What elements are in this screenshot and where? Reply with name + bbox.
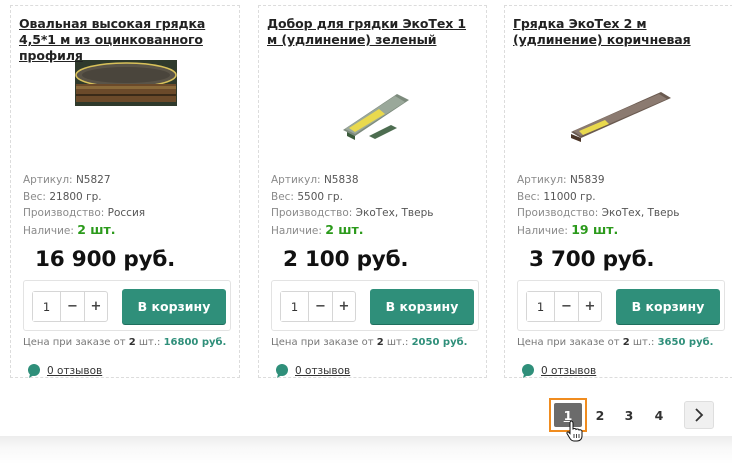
maker-label: Производство: xyxy=(517,207,599,219)
quantity-minus-button[interactable]: − xyxy=(309,292,332,321)
product-grid: Овальная высокая грядка 4,5*1 м из оцинк… xyxy=(0,0,732,400)
weight-value: 11000 гр. xyxy=(543,190,596,203)
stock-value: 2 шт. xyxy=(77,221,116,237)
reviews-link[interactable]: 0 отзывов xyxy=(521,364,596,378)
reviews-link[interactable]: 0 отзывов xyxy=(275,364,350,378)
product-price: 3 700 руб. xyxy=(529,247,655,272)
reviews-count[interactable]: 0 отзывов xyxy=(47,365,102,377)
product-specs: Артикул: N5827 Вес: 21800 гр. Производст… xyxy=(23,172,145,239)
weight-value: 5500 гр. xyxy=(297,190,343,203)
article-label: Артикул: xyxy=(271,174,321,186)
article-value: N5827 xyxy=(75,174,111,186)
maker-value: ЭкоТех, Тверь xyxy=(601,207,680,219)
quantity-stepper: − + xyxy=(280,291,356,322)
add-to-cart-button[interactable]: В корзину xyxy=(370,289,474,324)
stock-label: Наличие: xyxy=(517,224,568,237)
weight-label: Вес: xyxy=(23,190,46,203)
hand-pointer-cursor xyxy=(565,420,583,446)
maker-value: Россия xyxy=(107,207,146,219)
product-image[interactable] xyxy=(11,56,239,166)
bulk-prefix: Цена при заказе от xyxy=(23,337,126,348)
article-label: Артикул: xyxy=(23,174,73,186)
stock-label: Наличие: xyxy=(23,224,74,237)
quantity-plus-button[interactable]: + xyxy=(83,292,107,321)
bulk-unit: шт.: xyxy=(632,337,655,348)
bulk-price-note: Цена при заказе от 2 шт.: 3650 руб. xyxy=(517,337,713,348)
reviews-count[interactable]: 0 отзывов xyxy=(541,365,596,377)
brown-bed-image xyxy=(571,92,671,142)
bulk-unit: шт.: xyxy=(138,337,161,348)
bulk-qty: 2 xyxy=(128,337,136,348)
add-to-cart-button[interactable]: В корзину xyxy=(616,289,720,324)
quantity-minus-button[interactable]: − xyxy=(555,292,578,321)
quantity-input[interactable] xyxy=(33,292,61,321)
speech-bubble-icon xyxy=(522,364,534,378)
stock-label: Наличие: xyxy=(271,224,322,237)
product-card: Грядка ЭкоТех 2 м (удлинение) коричневая… xyxy=(504,5,732,378)
quantity-minus-button[interactable]: − xyxy=(61,292,84,321)
quantity-input[interactable] xyxy=(527,292,555,321)
green-bed-extension-image xyxy=(343,94,409,140)
bulk-qty: 2 xyxy=(376,337,384,348)
product-card: Овальная высокая грядка 4,5*1 м из оцинк… xyxy=(10,5,240,378)
reviews-count[interactable]: 0 отзывов xyxy=(295,365,350,377)
weight-label: Вес: xyxy=(271,190,294,203)
buy-box: − + В корзину xyxy=(517,280,725,331)
product-price: 2 100 руб. xyxy=(283,247,409,272)
weight-value: 21800 гр. xyxy=(49,190,102,203)
reviews-link[interactable]: 0 отзывов xyxy=(27,364,102,378)
content-bottom-shadow xyxy=(0,436,732,464)
maker-label: Производство: xyxy=(23,207,105,219)
bulk-price-note: Цена при заказе от 2 шт.: 16800 руб. xyxy=(23,337,226,348)
article-label: Артикул: xyxy=(517,174,567,186)
quantity-stepper: − + xyxy=(526,291,602,322)
add-to-cart-button[interactable]: В корзину xyxy=(122,289,226,324)
article-value: N5838 xyxy=(323,174,359,186)
maker-label: Производство: xyxy=(271,207,353,219)
product-card: Добор для грядки ЭкоТех 1 м (удлинение) … xyxy=(258,5,487,378)
speech-bubble-icon xyxy=(276,364,288,378)
page-3-button[interactable]: 3 xyxy=(618,398,640,432)
product-specs: Артикул: N5839 Вес: 11000 гр. Производст… xyxy=(517,172,679,239)
quantity-stepper: − + xyxy=(32,291,108,322)
bulk-price-note: Цена при заказе от 2 шт.: 2050 руб. xyxy=(271,337,467,348)
buy-box: − + В корзину xyxy=(271,280,479,331)
quantity-input[interactable] xyxy=(281,292,309,321)
quantity-plus-button[interactable]: + xyxy=(577,292,601,321)
bulk-price: 16800 руб. xyxy=(163,337,227,348)
page-2-button[interactable]: 2 xyxy=(589,398,611,432)
oval-garden-bed-image xyxy=(75,60,177,106)
bulk-prefix: Цена при заказе от xyxy=(271,337,374,348)
page-4-button[interactable]: 4 xyxy=(648,398,670,432)
weight-label: Вес: xyxy=(517,190,540,203)
article-value: N5839 xyxy=(569,174,605,186)
next-page-button[interactable] xyxy=(684,401,714,429)
product-price: 16 900 руб. xyxy=(35,247,176,272)
chevron-right-icon xyxy=(695,408,704,422)
bulk-unit: шт.: xyxy=(386,337,409,348)
bulk-price: 3650 руб. xyxy=(657,337,714,348)
product-specs: Артикул: N5838 Вес: 5500 гр. Производств… xyxy=(271,172,433,239)
hand-cursor-icon xyxy=(566,420,583,442)
buy-box: − + В корзину xyxy=(23,280,231,331)
maker-value: ЭкоТех, Тверь xyxy=(355,207,434,219)
product-image[interactable] xyxy=(505,56,732,166)
stock-value: 2 шт. xyxy=(325,221,364,237)
product-title-link[interactable]: Грядка ЭкоТех 2 м (удлинение) коричневая xyxy=(513,16,724,48)
bulk-qty: 2 xyxy=(622,337,630,348)
product-title-link[interactable]: Добор для грядки ЭкоТех 1 м (удлинение) … xyxy=(267,16,478,48)
stock-value: 19 шт. xyxy=(571,221,619,237)
bulk-prefix: Цена при заказе от xyxy=(517,337,620,348)
product-image[interactable] xyxy=(259,56,486,166)
quantity-plus-button[interactable]: + xyxy=(331,292,355,321)
product-title-link[interactable]: Овальная высокая грядка 4,5*1 м из оцинк… xyxy=(19,16,231,64)
bulk-price: 2050 руб. xyxy=(411,337,468,348)
speech-bubble-icon xyxy=(28,364,40,378)
